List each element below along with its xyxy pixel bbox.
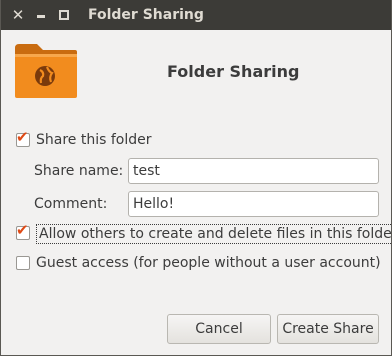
title-bar: ✕ Folder Sharing [1, 0, 391, 30]
create-share-button[interactable]: Create Share [277, 314, 379, 344]
check-mark-icon: ✔ [16, 221, 29, 239]
maximize-icon[interactable] [54, 5, 74, 25]
comment-label: Comment: [34, 196, 108, 212]
allow-others-label: Allow others to create and delete files … [39, 226, 392, 242]
header-title: Folder Sharing [167, 62, 300, 81]
share-folder-checkbox-row[interactable]: ✔ Share this folder [16, 128, 152, 148]
comment-input[interactable] [128, 191, 379, 217]
close-icon[interactable]: ✕ [8, 5, 28, 25]
allow-others-label-focus[interactable]: Allow others to create and delete files … [36, 224, 392, 244]
folder-share-icon [15, 44, 77, 98]
share-folder-checkbox[interactable]: ✔ [16, 128, 30, 147]
window-title: Folder Sharing [88, 7, 204, 23]
share-folder-label: Share this folder [36, 132, 152, 148]
check-mark-icon: ✔ [16, 128, 29, 146]
guest-access-checkbox-row[interactable]: Guest access (for people without a user … [16, 255, 381, 271]
allow-others-checkbox-row[interactable]: ✔ [16, 221, 36, 240]
share-name-label: Share name: [34, 163, 124, 179]
minimize-icon[interactable] [31, 5, 51, 25]
share-name-input[interactable] [128, 158, 379, 184]
cancel-button[interactable]: Cancel [167, 314, 271, 344]
guest-access-label: Guest access (for people without a user … [36, 255, 381, 271]
allow-others-checkbox[interactable]: ✔ [16, 221, 30, 240]
guest-access-checkbox[interactable] [16, 256, 30, 270]
folder-sharing-dialog: ✕ Folder Sharing Folder Sharing ✔ Share … [0, 0, 392, 356]
